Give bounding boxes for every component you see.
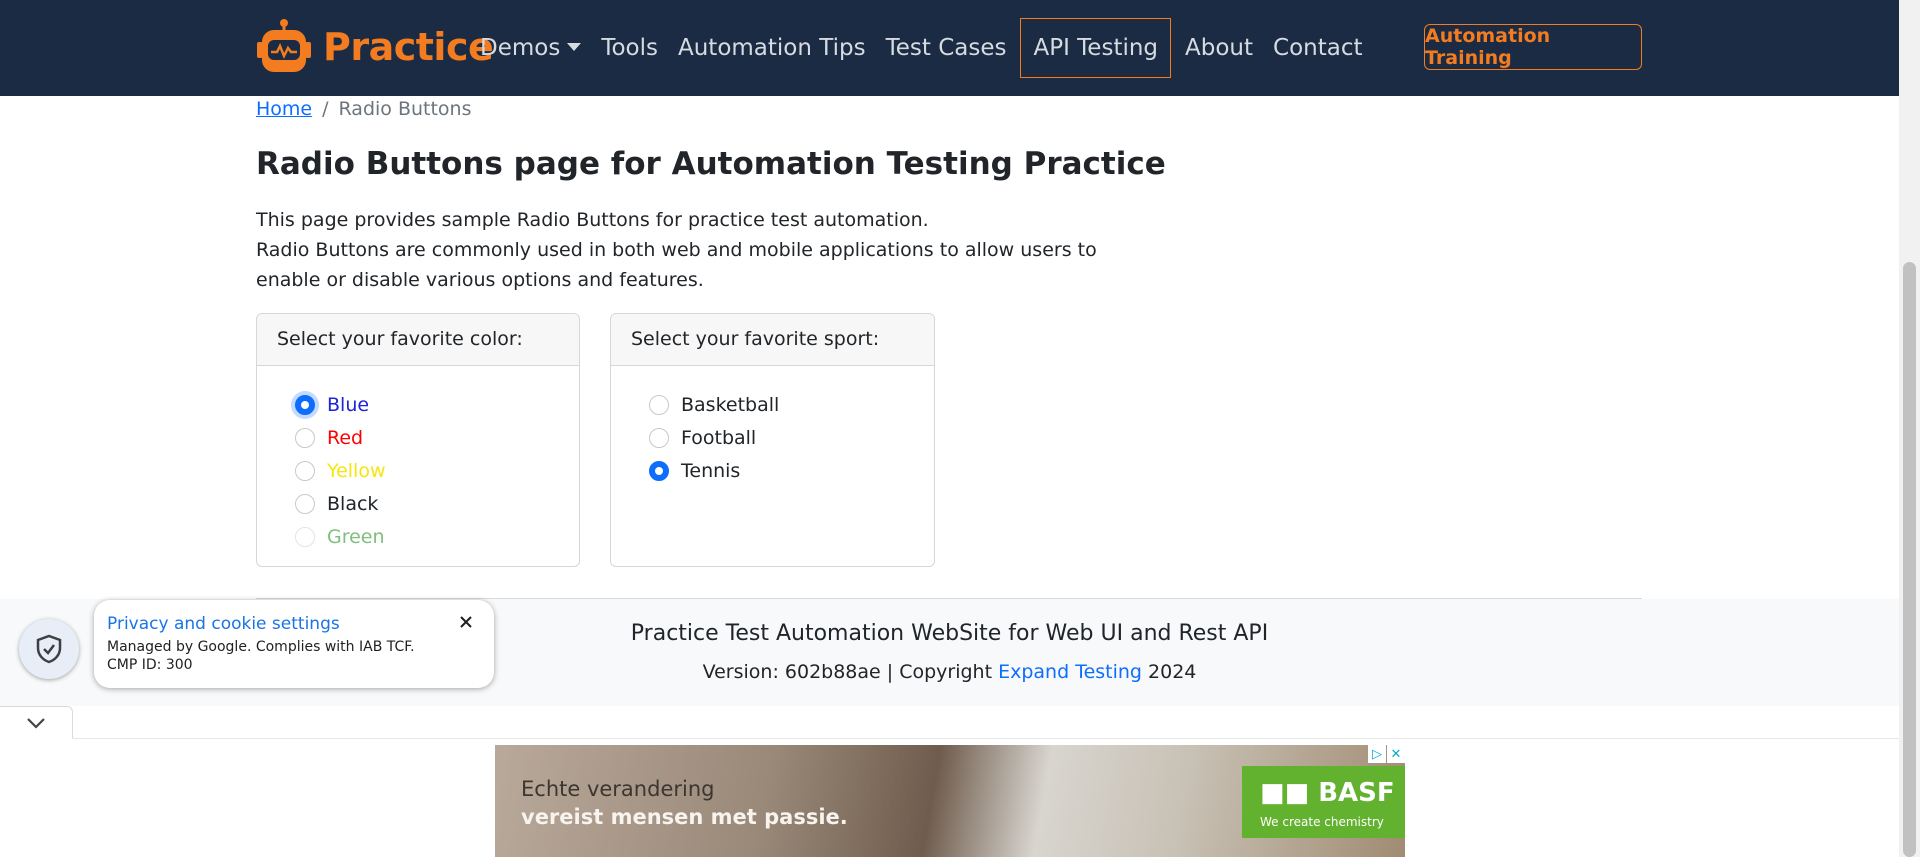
ad-line-2: vereist mensen met passie. [521,805,848,829]
breadcrumb-separator: / [322,98,329,120]
close-icon[interactable] [458,614,474,630]
radio-football[interactable] [649,427,669,448]
collapse-ad-button[interactable] [0,706,73,739]
radio-green [295,526,315,547]
basf-logo-block: ■■ BASF We create chemistry [1242,766,1405,838]
radio-red[interactable] [295,427,315,448]
automation-training-button[interactable]: Automation Training [1424,24,1642,70]
expand-testing-link[interactable]: Expand Testing [998,661,1142,683]
basf-logo: ■■ BASF [1260,778,1395,808]
nav-contact[interactable]: Contact [1263,35,1372,61]
shield-check-icon [36,634,62,664]
nav-api-testing[interactable]: API Testing [1020,18,1172,78]
ad-divider [72,738,1899,739]
intro-line-1: This page provides sample Radio Buttons … [256,209,929,231]
ad-headline: Echte verandering vereist mensen met pas… [521,775,848,831]
cookie-managed-text: Managed by Google. Complies with IAB TCF… [107,639,415,655]
cookie-cmp-id: CMP ID: 300 [107,657,193,673]
scrollbar-thumb[interactable] [1903,262,1916,857]
radio-label-basketball[interactable]: Basketball [681,394,779,416]
cookie-title[interactable]: Privacy and cookie settings [107,614,494,634]
navbar: Practice Demos Tools Automation Tips Tes… [0,0,1899,96]
color-option-green: Green [295,520,579,553]
ad-line-1: Echte verandering [521,777,715,801]
page-scrollbar[interactable] [1899,0,1920,857]
nav-automation-tips[interactable]: Automation Tips [668,35,876,61]
color-option-blue[interactable]: Blue [295,388,579,421]
radio-label-green: Green [327,525,385,548]
advertisement-banner[interactable]: Echte verandering vereist mensen met pas… [495,745,1405,857]
nav-demos[interactable]: Demos [470,35,591,61]
breadcrumb-current: Radio Buttons [338,98,472,120]
sport-option-football[interactable]: Football [649,421,934,454]
radio-tennis[interactable] [649,460,669,481]
radio-label-football[interactable]: Football [681,427,756,449]
radio-basketball[interactable] [649,394,669,415]
sport-option-tennis[interactable]: Tennis [649,454,934,487]
sport-option-basketball[interactable]: Basketball [649,388,934,421]
page-title: Radio Buttons page for Automation Testin… [256,146,1166,182]
breadcrumb-home-link[interactable]: Home [256,98,312,120]
color-option-red[interactable]: Red [295,421,579,454]
favorite-sport-card: Select your favorite sport: Basketball F… [610,313,935,567]
radio-label-blue[interactable]: Blue [327,394,369,416]
radio-black[interactable] [295,493,315,514]
footer-year: 2024 [1142,661,1197,683]
radio-yellow[interactable] [295,460,315,481]
radio-label-tennis[interactable]: Tennis [681,460,740,482]
sport-options: Basketball Football Tennis [611,366,934,487]
footer-version-text: Version: 602b88ae | Copyright [702,661,999,683]
basf-tagline: We create chemistry [1260,815,1384,829]
color-options: Blue Red Yellow Black Green [257,366,579,553]
radio-label-yellow[interactable]: Yellow [327,460,386,482]
intro-line-2: Radio Buttons are commonly used in both … [256,239,1097,291]
cookie-consent-popup: Privacy and cookie settings Managed by G… [94,600,494,688]
brand-name: Practice [323,25,494,69]
privacy-settings-button[interactable] [19,619,79,679]
radio-label-red[interactable]: Red [327,427,363,449]
radio-label-black[interactable]: Black [327,493,378,515]
nav-about[interactable]: About [1175,35,1263,61]
favorite-color-card: Select your favorite color: Blue Red Yel… [256,313,580,567]
color-card-header: Select your favorite color: [257,314,579,366]
radio-blue[interactable] [295,394,315,415]
robot-logo-icon [257,19,311,72]
adchoices-icon[interactable]: ▷ [1368,745,1386,763]
basf-logo-text: BASF [1318,778,1395,808]
nav-test-cases[interactable]: Test Cases [876,35,1017,61]
nav-tools[interactable]: Tools [591,35,668,61]
brand-logo[interactable]: Practice [255,18,494,76]
main-nav: Demos Tools Automation Tips Test Cases A… [470,0,1373,96]
ad-controls: ▷ ✕ [1367,745,1405,763]
chevron-down-icon [27,718,45,729]
color-option-yellow[interactable]: Yellow [295,454,579,487]
breadcrumb: Home / Radio Buttons [256,98,472,120]
footer-divider [256,598,1642,599]
ad-close-icon[interactable]: ✕ [1387,745,1405,763]
page-intro: This page provides sample Radio Buttons … [256,205,1136,295]
color-option-black[interactable]: Black [295,487,579,520]
sport-card-header: Select your favorite sport: [611,314,934,366]
